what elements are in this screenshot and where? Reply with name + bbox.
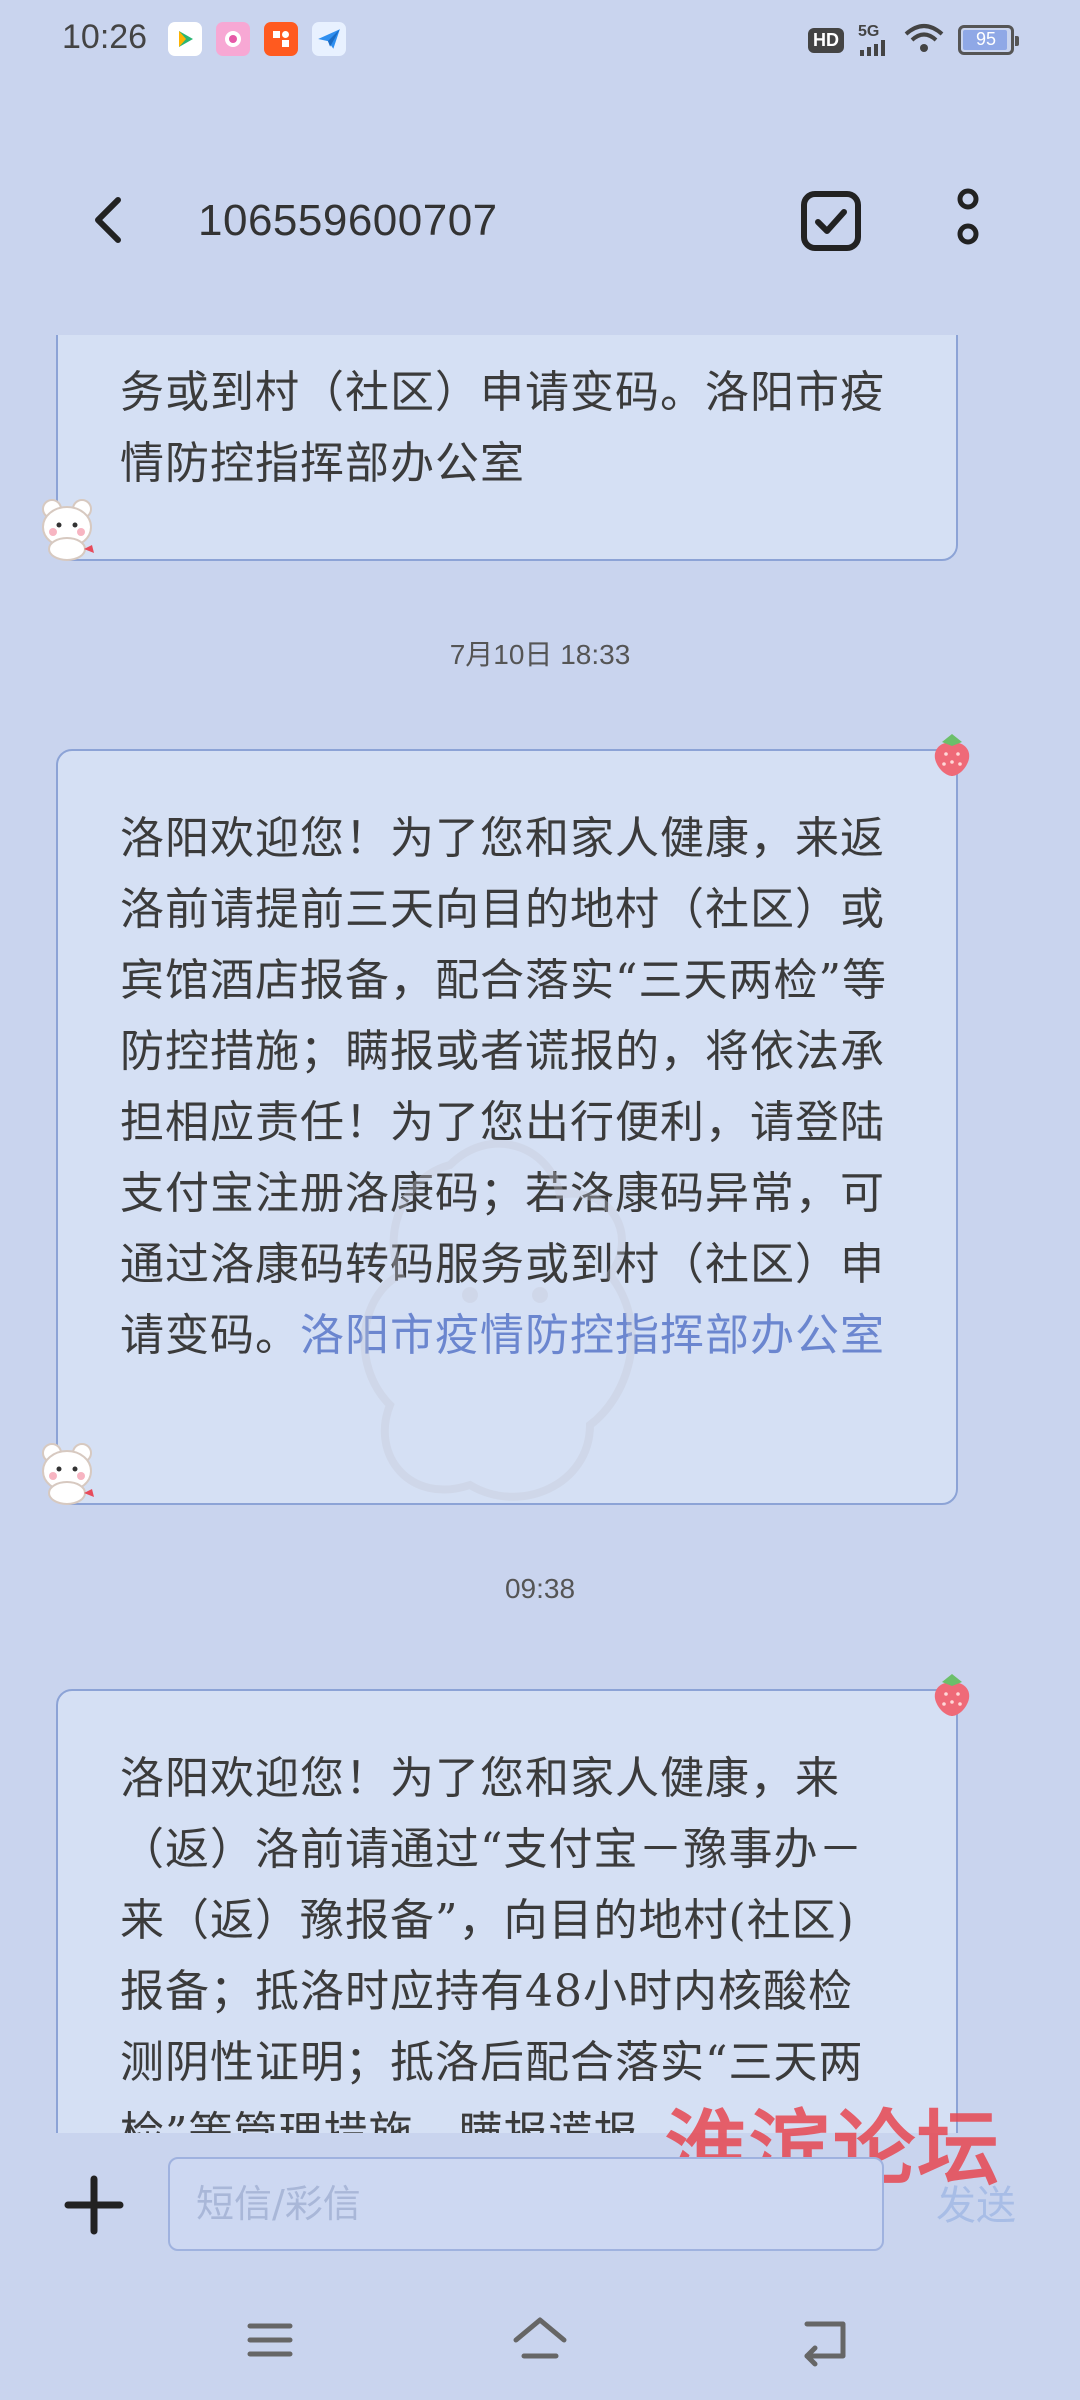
signal-icon: 5G [858,24,890,56]
meeting-app-icon [264,22,298,56]
plus-icon [64,2175,124,2235]
hd-badge: HD [808,27,844,53]
video-app-icon [168,22,202,56]
attach-button[interactable] [62,2173,126,2237]
message-timestamp: 7月10日 18:33 [449,639,631,670]
status-bar: 10:26 HD 5G 95 [0,0,1080,84]
send-button[interactable]: 发送 [936,2173,1016,2231]
send-app-icon [312,22,346,56]
battery-icon: 95 [958,25,1019,55]
message-bubble[interactable]: 务或到村（社区）申请变码。洛阳市疫情防控指挥部办公室 [56,335,958,561]
compose-bar: 发送 [0,2133,1080,2273]
network-type: 5G [858,23,880,40]
camera-app-icon [216,22,250,56]
back-nav-button[interactable] [795,2310,855,2370]
navigation-bar [0,2290,1080,2400]
strawberry-icon [930,730,974,782]
notification-icons [168,22,346,56]
message-input[interactable] [168,2157,884,2251]
checkbox-icon [801,191,861,251]
system-icons: HD 5G 95 [808,22,1019,58]
menu-button[interactable] [240,2310,300,2370]
message-timestamp: 09:38 [504,1573,576,1604]
return-icon [804,2321,846,2367]
strawberry-icon [930,1670,974,1722]
bear-sticker-icon [38,1439,100,1509]
more-options-button[interactable] [948,188,988,254]
conversation-header: 106559600707 [0,160,1080,280]
bear-sticker-icon [38,495,100,565]
message-text: 务或到村（社区）申请变码。洛阳市疫情防控指挥部办公室 [120,367,885,489]
conversation-title: 106559600707 [198,196,498,245]
home-button[interactable] [510,2310,570,2370]
select-button[interactable] [800,190,862,252]
status-time: 10:26 [62,18,148,56]
message-bubble[interactable]: 洛阳欢迎您！为了您和家人健康，来（返）洛前请通过“支付宝－豫事办－来（返）豫报备… [56,1689,958,2133]
message-text: 洛阳欢迎您！为了您和家人健康，来（返）洛前请通过“支付宝－豫事办－来（返）豫报备… [120,1753,864,2133]
theme-watermark-icon [350,1125,650,1525]
more-vertical-icon [957,188,979,245]
back-button[interactable] [80,190,140,250]
battery-level: 95 [975,29,997,49]
home-icon [513,2317,567,2359]
wifi-icon [904,22,944,58]
back-arrow-icon [95,197,121,243]
menu-icon [247,2323,293,2357]
